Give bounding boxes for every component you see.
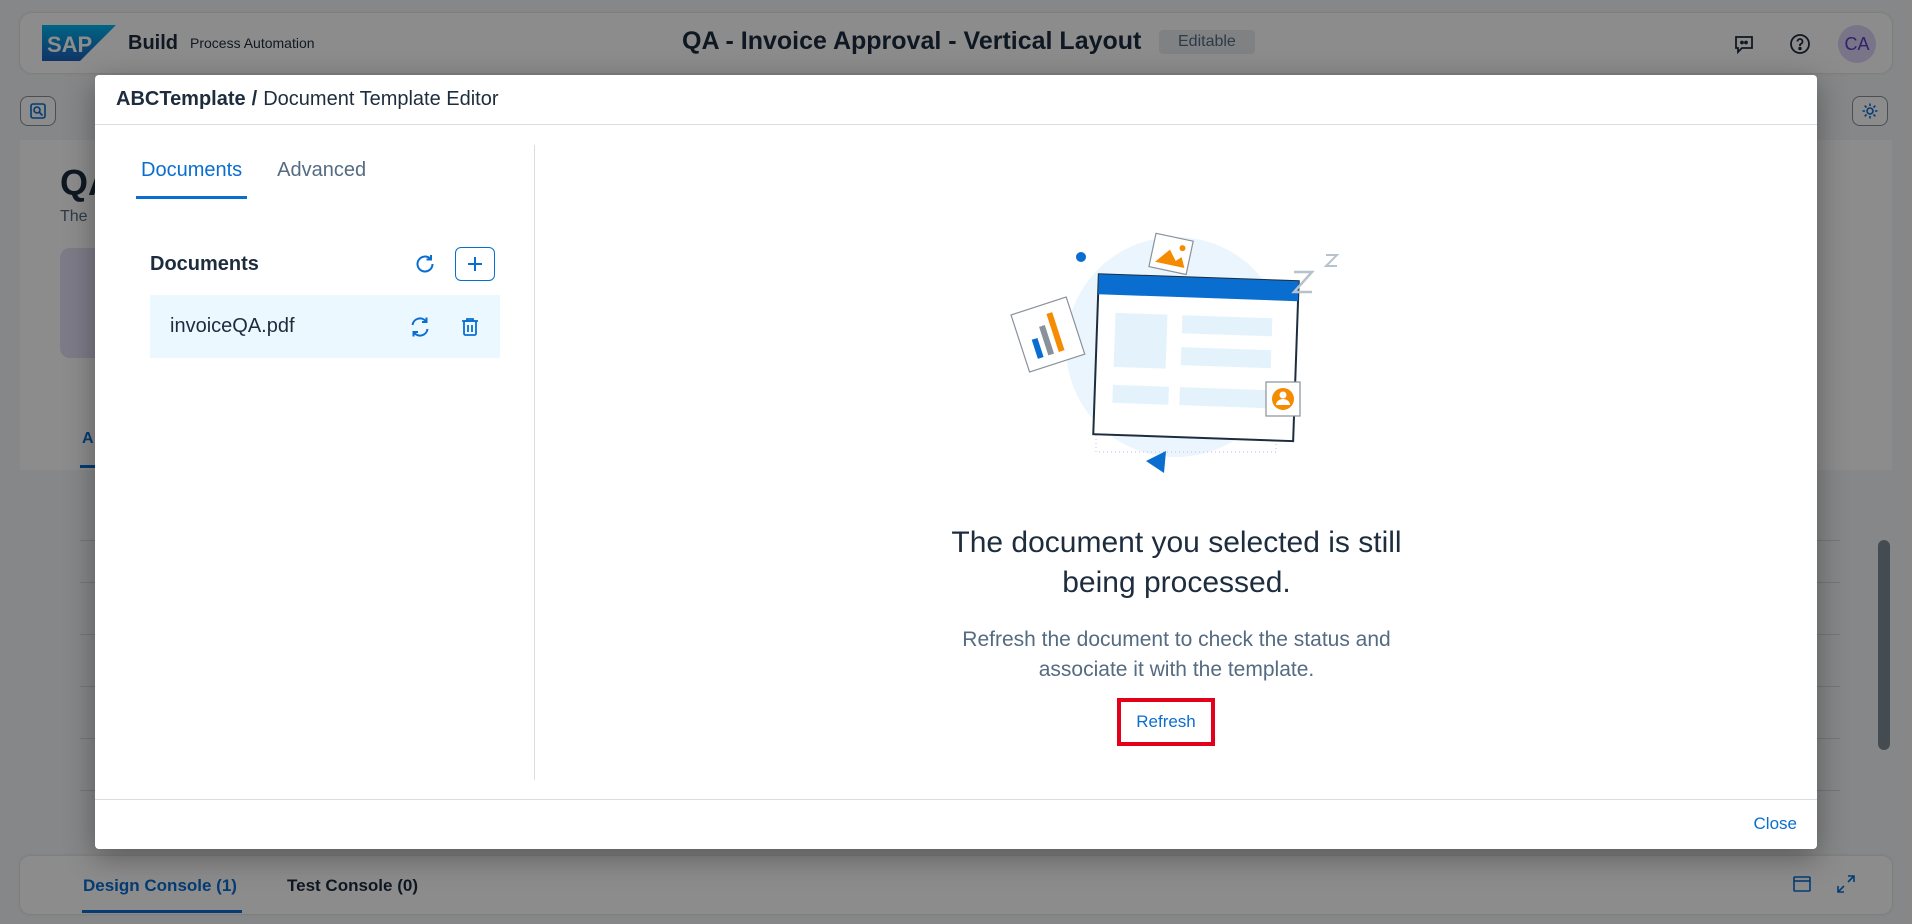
processing-message-title: The document you selected is still being… bbox=[536, 523, 1817, 603]
editor-tabs: Documents Advanced bbox=[136, 159, 366, 199]
message-title-line: The document you selected is still bbox=[951, 526, 1402, 559]
processing-message-description: Refresh the document to check the status… bbox=[536, 625, 1817, 685]
breadcrumb-separator: / bbox=[251, 88, 258, 110]
tab-documents[interactable]: Documents bbox=[136, 159, 248, 199]
close-button[interactable]: Close bbox=[1754, 814, 1797, 834]
document-list-item[interactable]: invoiceQA.pdf bbox=[150, 295, 500, 358]
processing-illustration bbox=[996, 217, 1356, 477]
message-description-line: associate it with the template. bbox=[1038, 658, 1315, 681]
refresh-list-icon[interactable] bbox=[405, 247, 445, 281]
documents-title: Documents bbox=[150, 252, 259, 275]
document-preview-area: The document you selected is still being… bbox=[536, 145, 1817, 780]
delete-document-icon[interactable] bbox=[450, 310, 490, 344]
document-name: invoiceQA.pdf bbox=[170, 315, 295, 337]
documents-toolbar: Documents bbox=[150, 244, 495, 284]
breadcrumb-root[interactable]: ABCTemplate bbox=[116, 88, 246, 111]
sync-document-icon[interactable] bbox=[400, 310, 440, 344]
dialog-header: ABCTemplate / Document Template Editor bbox=[95, 75, 1817, 125]
message-description-line: Refresh the document to check the status… bbox=[962, 628, 1391, 651]
add-document-button[interactable] bbox=[455, 247, 495, 281]
dialog-footer: Close bbox=[95, 799, 1817, 849]
documents-side-panel: Documents Advanced Documents invoiceQA.p… bbox=[95, 145, 535, 780]
tab-advanced[interactable]: Advanced bbox=[277, 159, 366, 199]
refresh-button[interactable]: Refresh bbox=[1117, 698, 1215, 746]
document-template-editor-dialog: ABCTemplate / Document Template Editor D… bbox=[95, 75, 1817, 849]
message-title-line: being processed. bbox=[1062, 566, 1291, 599]
breadcrumb-current: Document Template Editor bbox=[263, 88, 499, 110]
